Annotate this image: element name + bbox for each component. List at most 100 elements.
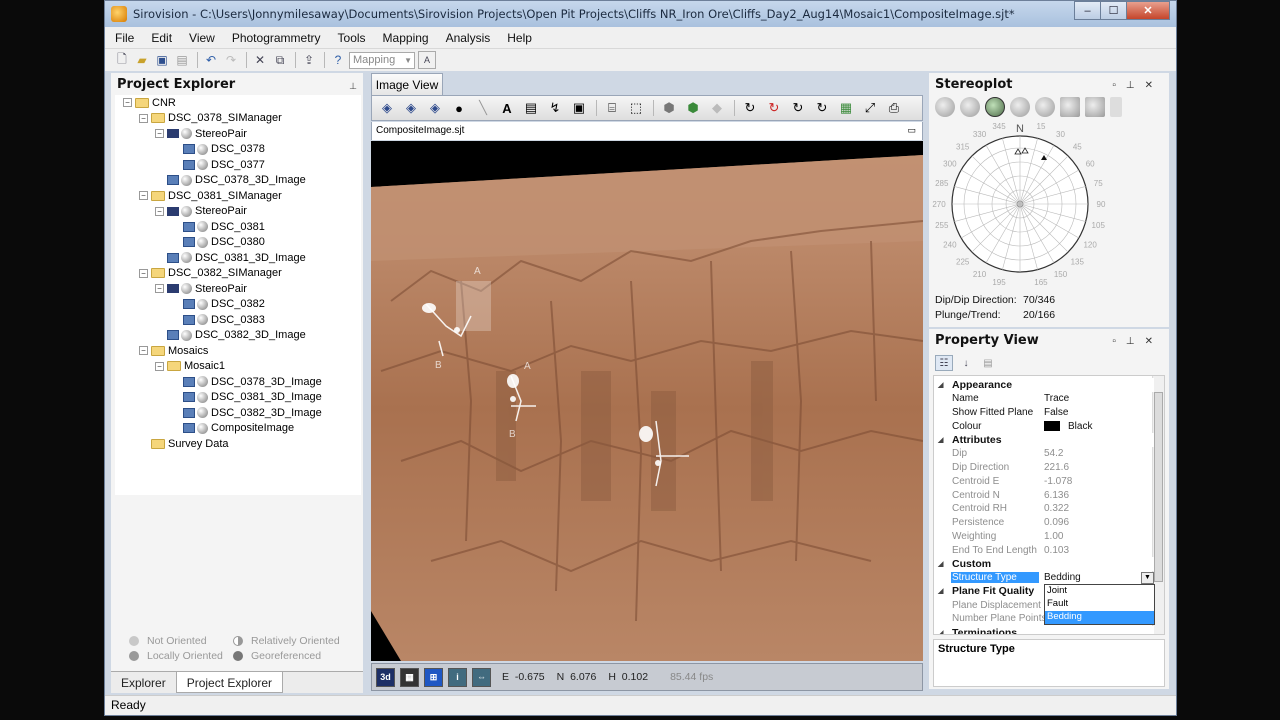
dropdown-option[interactable]: Bedding [1045,611,1154,624]
property-row[interactable]: Centroid N 6.136 [934,488,1154,502]
tree-node[interactable]: DSC_0381_3D_Image [171,390,322,405]
bench-icon[interactable]: ⌸ [601,98,623,118]
tree-node[interactable]: − CNR [123,95,176,110]
cursor-tool-icon[interactable]: ⬚ [625,98,647,118]
3d-view-icon[interactable]: 3d [376,667,395,687]
menu-analysis[interactable]: Analysis [446,31,491,45]
property-value[interactable]: 54.2 [1044,448,1063,459]
property-row[interactable]: Centroid RH 0.322 [934,502,1154,516]
text-icon[interactable]: A [496,98,518,118]
tree-node[interactable]: DSC_0378_3D_Image [171,374,322,389]
help-icon[interactable]: ? [329,51,347,69]
menu-tools[interactable]: Tools [338,31,366,45]
point-icon[interactable]: ● [448,98,470,118]
dropdown-option[interactable]: Joint [1045,585,1154,598]
property-row[interactable]: Weighting 1.00 [934,529,1154,543]
tree-node[interactable]: − StereoPair [155,281,247,296]
select-point-icon[interactable]: ◈ [376,98,398,118]
expand-icon[interactable]: ◢ [938,629,943,635]
rock-icon[interactable]: ⬢ [658,98,680,118]
mesh-icon[interactable]: ◆ [706,98,728,118]
maximize-doc-icon[interactable]: ▭ [907,125,916,136]
close-button[interactable]: ✕ [1126,1,1170,20]
chevron-down-icon[interactable]: ▼ [1141,571,1154,584]
collapse-icon[interactable]: − [139,191,148,200]
property-value[interactable]: 0.096 [1044,517,1069,528]
sort-az-icon[interactable]: ↓ [957,355,975,371]
menu-photogrammetry[interactable]: Photogrammetry [232,31,321,45]
area-icon[interactable]: ▣ [568,98,590,118]
property-value[interactable]: 0.103 [1044,545,1069,556]
tree-node[interactable]: DSC_0378 [171,142,265,157]
expand-icon[interactable]: ◢ [938,436,943,444]
select-region-icon[interactable]: ◈ [400,98,422,118]
cliff-photo[interactable]: A B A B [371,141,923,661]
property-category[interactable]: ◢ Custom [934,556,1154,571]
property-value[interactable]: Trace [1044,393,1069,404]
undo-icon[interactable]: ↶ [202,51,220,69]
measure-icon[interactable]: ⇔ [472,667,491,687]
rotate-v-icon[interactable]: ↻ [787,98,809,118]
collapse-icon[interactable]: − [139,113,148,123]
open-folder-icon[interactable]: ▰ [133,51,151,69]
collapse-icon[interactable]: − [155,284,164,293]
property-pages-icon[interactable]: ▤ [979,355,997,371]
kinematic-icon[interactable] [1035,97,1055,117]
new-file-icon[interactable]: 🗋 [113,51,131,69]
categorized-icon[interactable]: ☷ [935,355,953,371]
select-all-icon[interactable]: ◈ [424,98,446,118]
redo-icon[interactable]: ↷ [222,51,240,69]
property-row[interactable]: Structure Type Bedding ▼ [934,571,1154,585]
collapse-icon[interactable]: − [155,361,164,371]
export-icon[interactable]: ⇪ [300,51,318,69]
tree-node[interactable]: DSC_0381_3D_Image [155,250,306,265]
property-row[interactable]: Show Fitted Plane False [934,406,1154,420]
property-value[interactable]: Black [1044,421,1092,432]
collapse-icon[interactable]: − [155,206,164,216]
mode-apply-icon[interactable]: A [418,51,436,69]
tree-node[interactable]: − StereoPair [155,126,247,141]
camera-icon[interactable]: ⎙ [883,98,905,118]
rosette-icon[interactable] [1010,97,1030,117]
minimize-button[interactable]: – [1074,1,1101,20]
pole-plot-icon[interactable] [935,97,955,117]
tree-node[interactable]: DSC_0378_3D_Image [155,173,306,188]
menu-view[interactable]: View [189,31,215,45]
print-icon[interactable]: ▤ [173,51,191,69]
stereonet[interactable]: 345 15 330 30 315 45 300 60 285 75 270 90 255 105 240 1… [929,121,1169,293]
property-category[interactable]: ◢ Appearance [934,378,1154,392]
chart-icon[interactable]: ▦ [835,98,857,118]
tree-node[interactable]: DSC_0382_3D_Image [171,405,322,420]
tree-node[interactable]: Survey Data [139,436,229,451]
property-category[interactable]: ◢ Attributes [934,433,1154,447]
network-icon[interactable]: ⊞ [424,667,443,687]
fit-view-icon[interactable]: ⤢ [859,98,881,118]
property-value[interactable]: False [1044,407,1068,418]
menu-mapping[interactable]: Mapping [383,31,429,45]
tree-node[interactable]: − DSC_0381_SIManager [139,188,282,203]
tree-node[interactable]: DSC_0383 [171,312,265,327]
tree-node[interactable]: CompositeImage [171,421,294,436]
expand-icon[interactable]: ◢ [938,381,943,389]
tree-node[interactable]: DSC_0382_3D_Image [155,328,306,343]
section-icon[interactable]: ▤ [520,98,542,118]
pin-icon[interactable]: ⊥ [349,81,357,92]
expand-icon[interactable]: ◢ [938,587,943,595]
panel-controls[interactable]: ▫⊥✕ [1112,80,1163,91]
dropdown-option[interactable]: Fault [1045,598,1154,611]
rotate-icon[interactable]: ↻ [739,98,761,118]
trace-icon[interactable]: ↯ [544,98,566,118]
panel-controls[interactable]: ▫⊥✕ [1112,336,1163,347]
collapse-icon[interactable]: − [123,98,132,107]
collapse-icon[interactable]: − [139,268,148,278]
property-value[interactable]: 0.322 [1044,503,1069,514]
menu-file[interactable]: File [115,31,134,45]
property-row[interactable]: Dip 54.2 [934,447,1154,461]
scrollbar-thumb[interactable] [1154,392,1163,582]
property-value[interactable]: 221.6 [1044,462,1069,473]
menu-edit[interactable]: Edit [151,31,172,45]
structure-type-dropdown[interactable]: Joint Fault Bedding [1044,584,1155,625]
tree-node[interactable]: DSC_0377 [171,157,265,172]
tree-node[interactable]: DSC_0380 [171,235,265,250]
rotate-free-icon[interactable]: ↻ [811,98,833,118]
